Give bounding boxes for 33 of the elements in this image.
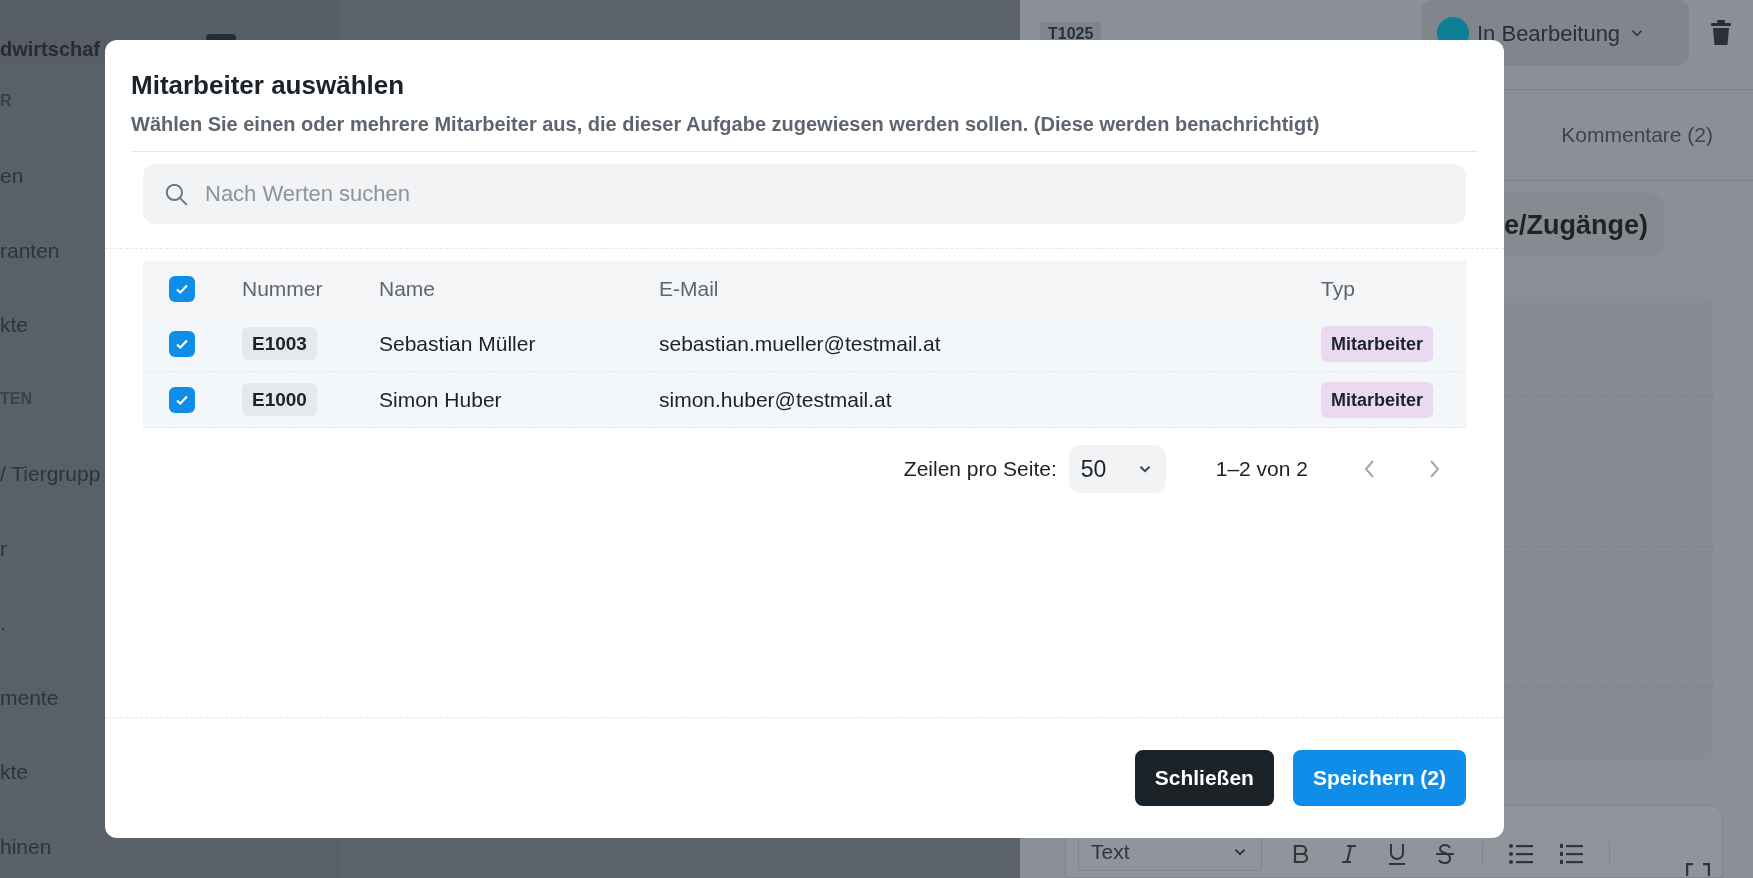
name-cell: Simon Huber [379, 387, 502, 411]
column-header: Typ [1321, 276, 1355, 300]
bullet-list-icon[interactable] [1509, 843, 1533, 865]
column-header: Nummer [242, 276, 323, 300]
strikethrough-icon[interactable] [1434, 843, 1456, 865]
comments-tab[interactable]: Kommentare (2) [1561, 118, 1713, 151]
number-badge: E1000 [242, 383, 317, 416]
checkbox[interactable] [169, 275, 195, 302]
rows-per-page-select[interactable]: 50 [1068, 445, 1166, 493]
trash-icon[interactable] [1709, 20, 1733, 46]
column-header: E-Mail [659, 276, 719, 300]
rows-per-page-label: Zeilen pro Seite: [903, 456, 1057, 483]
type-badge: Mitarbeiter [1321, 325, 1434, 362]
dialog-description: Wählen Sie einen oder mehrere Mitarbeiter aus, die dieser Aufgabe zugewiesen werden sollen. (Diese werden benachrichtigt) [131, 112, 1321, 137]
sidebar-item[interactable]: . [0, 607, 6, 639]
column-header: Name [379, 276, 436, 300]
checkbox[interactable] [169, 386, 195, 413]
type-badge: Mitarbeiter [1321, 381, 1434, 418]
search-icon [163, 181, 189, 207]
email-cell: sebastian.mueller@testmail.at [659, 331, 941, 355]
expand-icon[interactable] [1686, 863, 1710, 877]
numbered-list-icon[interactable] [1559, 843, 1583, 865]
number-badge: E1003 [242, 327, 317, 360]
section-heading: e/Zugänge) [1504, 192, 1664, 258]
close-button[interactable]: Schließen [1134, 750, 1274, 806]
email-cell: simon.huber@testmail.at [659, 387, 892, 411]
name-cell: Sebastian Müller [379, 331, 536, 355]
underline-icon[interactable] [1386, 842, 1408, 866]
save-button[interactable]: Speichern (2) [1292, 750, 1466, 806]
search-field[interactable]: Nach Werten suchen [143, 164, 1466, 224]
checkbox[interactable] [169, 330, 195, 357]
page-range: 1–2 von 2 [1215, 456, 1308, 483]
dialog-title: Mitarbeiter auswählen [131, 72, 406, 98]
